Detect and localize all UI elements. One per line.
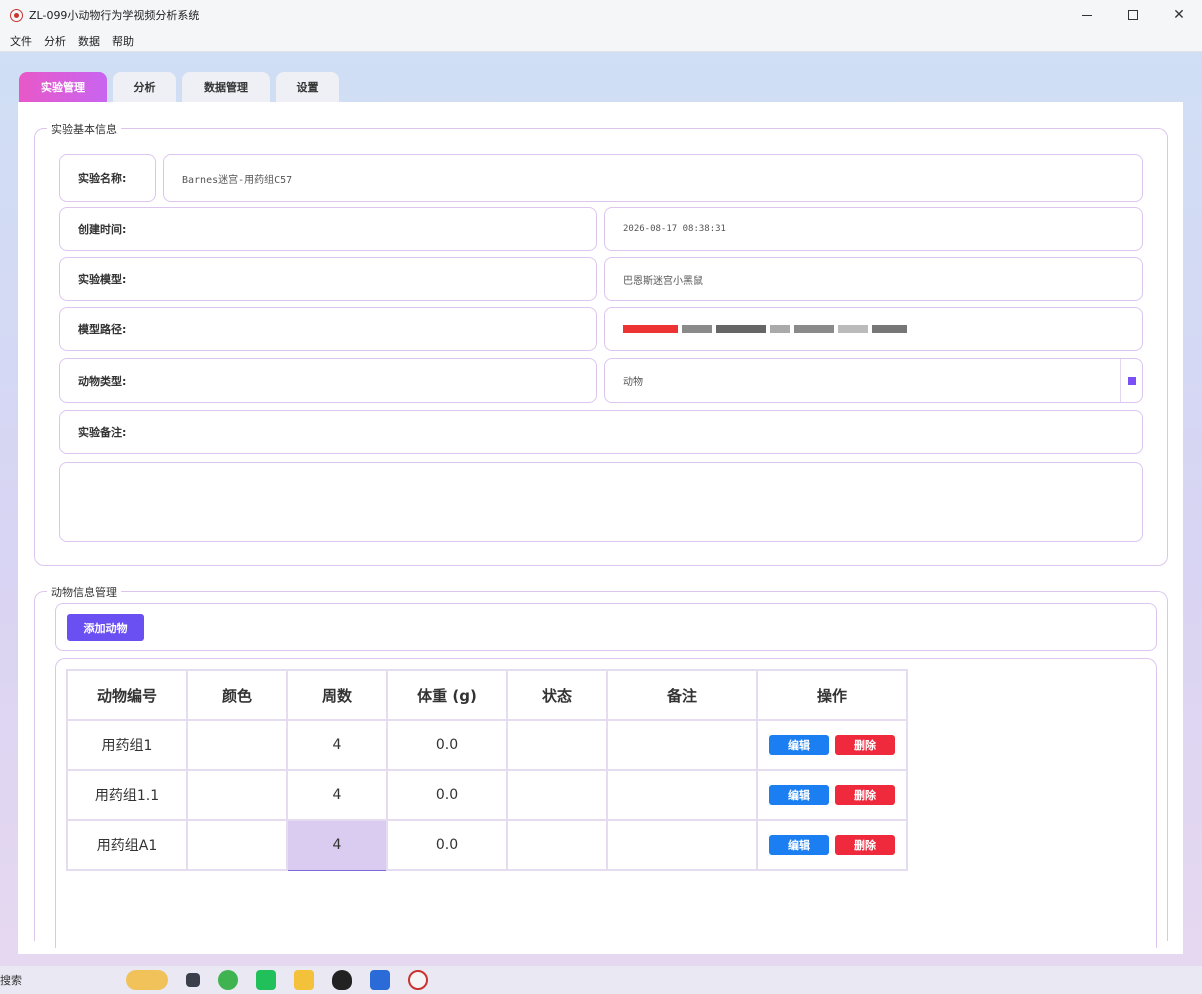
cell-status[interactable]: [506, 719, 608, 771]
edit-button[interactable]: 编辑: [769, 785, 829, 805]
animal-table-container: 动物编号 颜色 周数 体重 (g) 状态 备注 操作 用药组1 4 0.0 编辑…: [55, 658, 1157, 948]
browser-icon[interactable]: [218, 970, 238, 990]
cell-weight[interactable]: 0.0: [386, 819, 508, 871]
cell-weeks[interactable]: 4: [286, 719, 388, 771]
cell-weeks-selected[interactable]: 4: [286, 819, 388, 871]
wechat-icon[interactable]: [256, 970, 276, 990]
created-time-label: 创建时间:: [59, 207, 597, 251]
table-row: 用药组1 4 0.0 编辑 删除: [66, 719, 908, 771]
taskbar-search[interactable]: 搜索: [0, 972, 120, 988]
delete-button[interactable]: 删除: [835, 735, 895, 755]
animal-type-value: 动物: [623, 377, 643, 388]
tab-data-management[interactable]: 数据管理: [182, 72, 270, 102]
cell-color[interactable]: [186, 719, 288, 771]
folder-icon[interactable]: [294, 970, 314, 990]
animal-type-label: 动物类型:: [59, 358, 597, 403]
column-header-id[interactable]: 动物编号: [66, 669, 188, 721]
column-header-weight[interactable]: 体重 (g): [386, 669, 508, 721]
tab-experiment-management[interactable]: 实验管理: [19, 72, 107, 102]
app-icon[interactable]: [126, 970, 168, 990]
main-panel: 实验基本信息 实验名称: Barnes迷宫-用药组C57 创建时间: 2026-…: [18, 102, 1183, 954]
table-row: 用药组A1 4 0.0 编辑 删除: [66, 819, 908, 871]
qq-icon[interactable]: [332, 970, 352, 990]
cell-weeks[interactable]: 4: [286, 769, 388, 821]
cell-id[interactable]: 用药组1.1: [66, 769, 188, 821]
redacted-path: [623, 323, 907, 335]
delete-button[interactable]: 删除: [835, 785, 895, 805]
experiment-name-label: 实验名称:: [59, 154, 156, 202]
edit-button[interactable]: 编辑: [769, 735, 829, 755]
cell-id[interactable]: 用药组A1: [66, 819, 188, 871]
animal-info-group: 动物信息管理 添加动物 动物编号 颜色 周数 体重 (g) 状态 备注 操作 用…: [34, 584, 1168, 948]
experiment-model-label: 实验模型:: [59, 257, 597, 301]
animal-toolbar: 添加动物: [55, 603, 1157, 651]
cell-color[interactable]: [186, 769, 288, 821]
window-title: ZL-099小动物行为学视频分析系统: [29, 9, 200, 22]
dropdown-arrow-icon[interactable]: [1120, 359, 1142, 402]
cell-status[interactable]: [506, 769, 608, 821]
cell-status[interactable]: [506, 819, 608, 871]
title-bar: ZL-099小动物行为学视频分析系统 ✕: [0, 0, 1202, 30]
delete-button[interactable]: 删除: [835, 835, 895, 855]
animal-table: 动物编号 颜色 周数 体重 (g) 状态 备注 操作 用药组1 4 0.0 编辑…: [66, 669, 908, 871]
experiment-info-title: 实验基本信息: [47, 121, 121, 137]
window-controls: ✕: [1064, 0, 1202, 30]
menu-file[interactable]: 文件: [10, 33, 32, 49]
column-header-weeks[interactable]: 周数: [286, 669, 388, 721]
column-header-color[interactable]: 颜色: [186, 669, 288, 721]
minimize-icon: [1082, 14, 1092, 16]
tab-analysis[interactable]: 分析: [113, 72, 176, 102]
menu-analysis[interactable]: 分析: [44, 33, 66, 49]
column-header-actions[interactable]: 操作: [756, 669, 908, 721]
app-logo-icon: [10, 8, 23, 22]
add-animal-button[interactable]: 添加动物: [67, 614, 144, 641]
cell-actions: 编辑 删除: [756, 819, 908, 871]
experiment-model-field[interactable]: 巴恩斯迷宫小黑鼠: [604, 257, 1143, 301]
word-icon[interactable]: [370, 970, 390, 990]
cell-actions: 编辑 删除: [756, 769, 908, 821]
table-header-row: 动物编号 颜色 周数 体重 (g) 状态 备注 操作: [66, 669, 908, 721]
close-icon: ✕: [1173, 7, 1185, 23]
cell-note[interactable]: [606, 769, 758, 821]
cell-weight[interactable]: 0.0: [386, 719, 508, 771]
cell-note[interactable]: [606, 719, 758, 771]
model-path-field[interactable]: [604, 307, 1143, 351]
maximize-icon: [1128, 10, 1138, 20]
model-path-label: 模型路径:: [59, 307, 597, 351]
experiment-name-field[interactable]: Barnes迷宫-用药组C57: [163, 154, 1143, 202]
cell-note[interactable]: [606, 819, 758, 871]
animal-type-select[interactable]: 动物: [604, 358, 1143, 403]
experiment-info-group: 实验基本信息 实验名称: Barnes迷宫-用药组C57 创建时间: 2026-…: [34, 121, 1168, 566]
menu-data[interactable]: 数据: [78, 33, 100, 49]
cell-actions: 编辑 删除: [756, 719, 908, 771]
column-header-status[interactable]: 状态: [506, 669, 608, 721]
menu-help[interactable]: 帮助: [112, 33, 134, 49]
close-button[interactable]: ✕: [1156, 0, 1202, 30]
cell-weight[interactable]: 0.0: [386, 769, 508, 821]
minimize-button[interactable]: [1064, 0, 1110, 30]
experiment-notes-label: 实验备注:: [59, 410, 1143, 454]
cell-color[interactable]: [186, 819, 288, 871]
created-time-field[interactable]: 2026-08-17 08:38:31: [604, 207, 1143, 251]
table-row: 用药组1.1 4 0.0 编辑 删除: [66, 769, 908, 821]
taskbar-icons: [126, 970, 428, 990]
file-icon[interactable]: [186, 973, 200, 987]
edit-button[interactable]: 编辑: [769, 835, 829, 855]
tab-settings[interactable]: 设置: [276, 72, 339, 102]
menu-bar: 文件 分析 数据 帮助: [0, 30, 1202, 52]
cell-id[interactable]: 用药组1: [66, 719, 188, 771]
taskbar: 搜索: [0, 966, 1202, 994]
animal-info-title: 动物信息管理: [47, 584, 121, 600]
column-header-note[interactable]: 备注: [606, 669, 758, 721]
maximize-button[interactable]: [1110, 0, 1156, 30]
experiment-notes-textarea[interactable]: [59, 462, 1143, 542]
zl-app-icon[interactable]: [408, 970, 428, 990]
tab-bar: 实验管理 分析 数据管理 设置: [19, 72, 339, 102]
